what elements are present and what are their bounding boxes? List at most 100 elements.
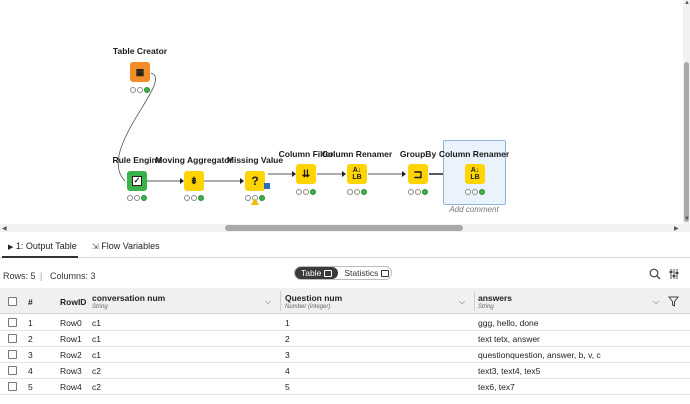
chevron-down-icon[interactable]: ⌵ <box>265 297 271 307</box>
cell-index: 5 <box>28 382 33 392</box>
info-separator: | <box>40 271 43 281</box>
statistics-view-button[interactable]: Statistics <box>338 268 395 278</box>
header-question-num-type: Number (integer) <box>285 304 331 310</box>
columns-count: Columns: 3 <box>50 271 96 281</box>
table-row[interactable]: 3 Row2 c1 3 questionquestion, answer, b,… <box>0 347 690 363</box>
node-column-renamer-2[interactable]: A↓ LB <box>465 164 485 184</box>
cell-conversation-num: c2 <box>92 382 101 392</box>
table-row[interactable]: 5 Row4 c2 5 tex6, tex7 <box>0 379 690 395</box>
node-moving-aggregator[interactable]: ⇟ <box>184 171 204 191</box>
cell-rowid: Row4 <box>60 382 82 392</box>
cell-rowid: Row3 <box>60 366 82 376</box>
cell-question-num: 1 <box>285 318 290 328</box>
scroll-up-icon[interactable]: ▲ <box>684 0 690 6</box>
header-conversation-num[interactable]: conversation num <box>92 293 165 303</box>
node-missing-value[interactable]: ? <box>245 171 265 191</box>
node-label-table-creator: Table Creator <box>112 46 168 56</box>
cell-conversation-num: c2 <box>92 366 101 376</box>
row-checkbox[interactable] <box>8 318 17 327</box>
node-label-groupby: GroupBy <box>399 149 437 159</box>
renamer-icon: A↓ LB <box>352 167 362 181</box>
cell-conversation-num: c1 <box>92 334 101 344</box>
statistics-view-label: Statistics <box>344 268 379 278</box>
aggregator-icon: ⇟ <box>189 175 199 187</box>
table-icon: ▦ <box>135 66 145 77</box>
column-settings-icon[interactable] <box>668 268 680 280</box>
node-groupby[interactable]: ⊐ <box>408 164 428 184</box>
node-status-rule-engine <box>127 195 147 201</box>
table-row[interactable]: 2 Row1 c1 2 text tetx, answer <box>0 331 690 347</box>
table-row[interactable]: 4 Row3 c2 4 text3, text4, tex5 <box>0 363 690 379</box>
cell-question-num: 5 <box>285 382 290 392</box>
row-checkbox[interactable] <box>8 334 17 343</box>
select-all-checkbox[interactable] <box>8 297 17 306</box>
row-checkbox[interactable] <box>8 350 17 359</box>
node-column-renamer-1[interactable]: A↓ LB <box>347 164 367 184</box>
scroll-right-icon[interactable]: ▶ <box>674 225 679 232</box>
cell-question-num: 3 <box>285 350 290 360</box>
node-label-rule-engine: Rule Engine <box>112 155 162 165</box>
cell-answers: questionquestion, answer, b, v, c <box>478 350 601 360</box>
search-icon[interactable] <box>649 268 661 280</box>
node-label-column-renamer-2: Column Renamer <box>438 149 510 159</box>
node-label-column-renamer-1: Column Renamer <box>321 149 393 159</box>
statistics-view-icon <box>381 269 390 277</box>
view-toggle[interactable]: Table Statistics <box>294 266 392 280</box>
node-status-moving-aggregator <box>184 195 204 201</box>
tab-flow-variables[interactable]: ⇲ Flow Variables <box>92 241 160 251</box>
scroll-left-icon[interactable]: ◀ <box>2 225 7 232</box>
node-rule-engine[interactable]: ✓ <box>127 171 147 191</box>
horizontal-scrollbar-thumb[interactable] <box>225 225 463 231</box>
cell-index: 2 <box>28 334 33 344</box>
node-status-column-filter <box>296 189 316 195</box>
cell-index: 1 <box>28 318 33 328</box>
header-answers[interactable]: answers <box>478 293 512 303</box>
table-row[interactable]: 1 Row0 c1 1 ggg, hello, done <box>0 315 690 331</box>
header-answers-type: String <box>478 304 494 310</box>
cell-index: 4 <box>28 366 33 376</box>
header-rowid[interactable]: RowID <box>60 297 86 307</box>
node-column-filter[interactable]: ⇊ <box>296 164 316 184</box>
chevron-down-icon[interactable]: ⌵ <box>459 297 465 307</box>
cell-question-num: 2 <box>285 334 290 344</box>
cell-answers: text3, text4, tex5 <box>478 366 541 376</box>
row-checkbox[interactable] <box>8 382 17 391</box>
cell-answers: ggg, hello, done <box>478 318 539 328</box>
row-checkbox[interactable] <box>8 366 17 375</box>
rows-count: Rows: 5 <box>3 271 36 281</box>
scroll-down-icon[interactable]: ▼ <box>684 216 690 222</box>
workflow-canvas[interactable]: Table Creator ▦ Rule Engine ✓ Moving Agg… <box>0 0 690 232</box>
cell-answers: tex6, tex7 <box>478 382 515 392</box>
cell-question-num: 4 <box>285 366 290 376</box>
column-separator[interactable] <box>474 291 475 311</box>
chevron-down-icon[interactable]: ⌵ <box>653 297 659 307</box>
node-label-moving-aggregator: Moving Aggregator <box>155 155 233 165</box>
renamer-icon: A↓ LB <box>470 167 480 181</box>
node-table-creator[interactable]: ▦ <box>130 62 150 82</box>
cell-rowid: Row2 <box>60 350 82 360</box>
rule-icon: ✓ <box>132 176 142 186</box>
add-comment-link[interactable]: Add comment <box>449 205 498 214</box>
node-status-column-renamer-2 <box>465 189 485 195</box>
header-question-num[interactable]: Question num <box>285 293 342 303</box>
question-icon: ? <box>251 174 259 188</box>
table-view-button[interactable]: Table <box>295 267 339 279</box>
node-status-groupby <box>408 189 428 195</box>
cell-conversation-num: c1 <box>92 318 101 328</box>
header-index: # <box>28 297 33 307</box>
active-tab-indicator <box>2 256 78 258</box>
filter-icon: ⇊ <box>301 168 311 180</box>
header-conversation-num-type: String <box>92 304 108 310</box>
flow-variable-icon: ⇲ <box>92 242 99 251</box>
node-status-table-creator <box>130 87 150 93</box>
tab-output-table-label: 1: Output Table <box>15 241 77 251</box>
tab-output-table[interactable]: ▶ 1: Output Table <box>8 241 77 251</box>
table-view-label: Table <box>301 268 322 278</box>
filter-icon[interactable] <box>668 296 679 307</box>
column-separator[interactable] <box>280 291 281 311</box>
vertical-scrollbar-thumb[interactable] <box>684 62 689 222</box>
cell-rowid: Row1 <box>60 334 82 344</box>
play-icon: ▶ <box>8 244 14 251</box>
cell-index: 3 <box>28 350 33 360</box>
node-status-column-renamer-1 <box>347 189 367 195</box>
